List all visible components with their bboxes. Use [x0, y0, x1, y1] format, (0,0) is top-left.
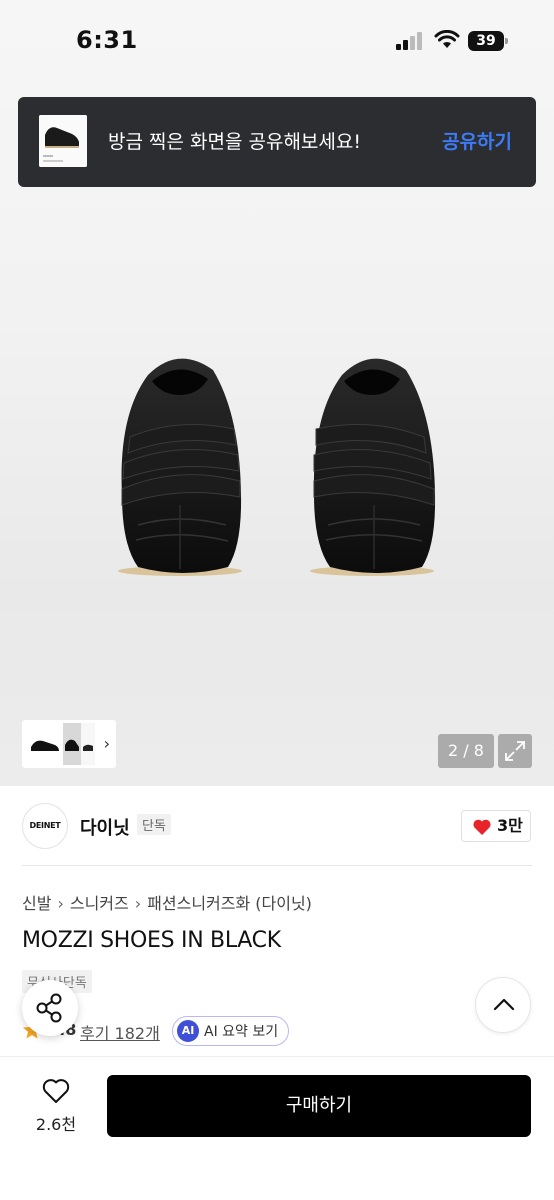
- scroll-top-button[interactable]: [475, 977, 531, 1033]
- share-button[interactable]: 공유하기: [442, 97, 512, 187]
- wishlist-button[interactable]: 2.6천: [20, 1077, 92, 1141]
- heart-outline-icon: [42, 1079, 70, 1103]
- status-bar: 6:31 39: [0, 0, 554, 80]
- brand-logo[interactable]: DEINET: [22, 803, 68, 849]
- exclusive-tag: 단독: [137, 814, 171, 835]
- expand-icon[interactable]: [498, 734, 532, 768]
- bottom-action-bar: 2.6천 구매하기: [0, 1056, 554, 1200]
- brand-like-button[interactable]: 3만: [461, 810, 531, 842]
- review-count-link[interactable]: 후기 182개: [80, 1020, 160, 1044]
- breadcrumb-item[interactable]: 스니커즈: [70, 894, 129, 913]
- wishlist-count: 2.6천: [35, 1115, 77, 1134]
- screenshot-thumbnail[interactable]: [39, 115, 87, 167]
- image-counter: 2 / 8: [438, 734, 494, 768]
- chevron-right-icon: ›: [134, 894, 142, 913]
- product-image-gallery[interactable]: 6:31 39 방금 찍은 화면을 공유해보세요! 공유하기 › 2 / 8: [0, 0, 554, 786]
- signal-icon: [396, 32, 424, 50]
- product-title: MOZZI SHOES IN BLACK: [22, 928, 281, 953]
- breadcrumb: 신발 › 스니커즈 › 패션스니커즈화 (다이닛): [22, 890, 312, 914]
- brand-like-count: 3만: [497, 816, 523, 835]
- brand-name[interactable]: 다이닛: [80, 814, 130, 840]
- battery-icon: 39: [468, 31, 508, 51]
- breadcrumb-item[interactable]: 패션스니커즈화 (다이닛): [147, 894, 312, 913]
- chevron-right-icon: ›: [57, 894, 64, 913]
- share-toast-message: 방금 찍은 화면을 공유해보세요!: [108, 131, 361, 153]
- thumbnail-strip[interactable]: ›: [22, 720, 116, 768]
- ai-summary-label: AI 요약 보기: [204, 1024, 279, 1040]
- share-toast: 방금 찍은 화면을 공유해보세요! 공유하기: [18, 97, 536, 187]
- chevron-right-icon[interactable]: ›: [104, 734, 110, 753]
- share-floating-button[interactable]: [22, 980, 78, 1036]
- status-time: 6:31: [76, 26, 138, 54]
- ai-summary-button[interactable]: AI AI 요약 보기: [172, 1016, 290, 1046]
- divider: [22, 865, 532, 866]
- ai-icon: AI: [177, 1020, 199, 1042]
- breadcrumb-item[interactable]: 신발: [22, 894, 51, 913]
- buy-button[interactable]: 구매하기: [107, 1075, 531, 1137]
- battery-level: 39: [476, 33, 496, 49]
- product-image: [118, 358, 436, 576]
- share-icon: [36, 993, 62, 1023]
- chevron-up-icon: [493, 998, 515, 1011]
- thumbnail-images[interactable]: [25, 723, 95, 765]
- brand-row: DEINET 다이닛 단독 3만: [0, 786, 554, 866]
- heart-filled-icon: [473, 819, 491, 835]
- wifi-icon: [434, 30, 460, 48]
- rating-row: 4.8 후기 182개 AI AI 요약 보기: [22, 1016, 422, 1046]
